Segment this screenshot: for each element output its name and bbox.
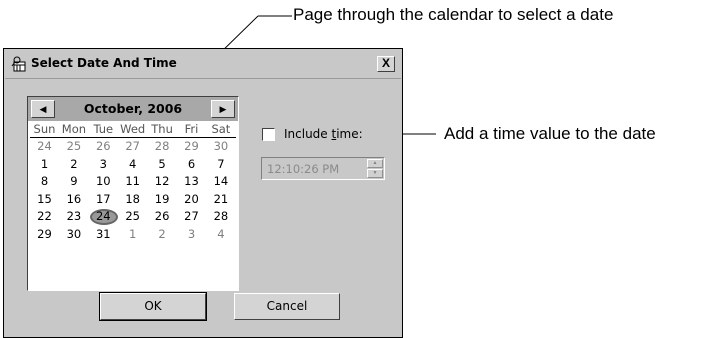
calendar-day[interactable]: 28	[148, 138, 177, 155]
next-month-button[interactable]: ▶	[211, 100, 235, 118]
calendar-day[interactable]: 6	[177, 156, 206, 173]
days-of-week-row: Sun Mon Tue Wed Thu Fri Sat	[30, 122, 236, 138]
calendar-day[interactable]: 28	[206, 208, 235, 225]
day-of-week-thu: Thu	[151, 122, 173, 136]
calendar-day[interactable]: 3	[89, 156, 118, 173]
calendar-day[interactable]: 29	[30, 226, 59, 243]
calendar-day[interactable]: 2	[59, 156, 88, 173]
include-time-label[interactable]: Include time:	[284, 127, 363, 141]
calendar-day[interactable]: 24	[30, 138, 59, 155]
include-time-label-start: Include	[284, 127, 332, 141]
calendar-day[interactable]: 19	[148, 191, 177, 208]
day-of-week-sat: Sat	[211, 122, 231, 136]
ok-button[interactable]: OK	[99, 292, 207, 321]
calendar-day[interactable]: 26	[89, 138, 118, 155]
calendar-day[interactable]: 29	[177, 138, 206, 155]
calendar-app-icon	[11, 56, 26, 72]
dialog-title: Select Date And Time	[31, 56, 177, 70]
calendar-day[interactable]: 13	[177, 173, 206, 190]
calendar-day[interactable]: 30	[59, 226, 88, 243]
calendar-day[interactable]: 8	[30, 173, 59, 190]
calendar-day[interactable]: 27	[177, 208, 206, 225]
calendar-day[interactable]: 4	[206, 226, 235, 243]
calendar-day[interactable]: 14	[206, 173, 235, 190]
month-calendar: ◀ October, 2006 ▶ Sun Mon Tue Wed Thu Fri Sat …	[27, 96, 239, 291]
callout-page-calendar: Page through the calendar to select a da…	[293, 5, 614, 24]
calendar-day[interactable]: 1	[30, 156, 59, 173]
day-of-week-mon: Mon	[61, 122, 87, 136]
calendar-day[interactable]: 31	[89, 226, 118, 243]
calendar-day[interactable]: 11	[118, 173, 147, 190]
calendar-day[interactable]: 26	[148, 208, 177, 225]
calendar-day[interactable]: 25	[59, 138, 88, 155]
time-spin-down-button[interactable]: ▼	[367, 169, 383, 178]
selected-day[interactable]: 24	[89, 208, 118, 225]
include-time-checkbox[interactable]	[262, 128, 275, 141]
callout-add-time: Add a time value to the date	[444, 124, 656, 143]
calendar-day[interactable]: 25	[118, 208, 147, 225]
calendar-day[interactable]: 30	[206, 138, 235, 155]
title-bar[interactable]: Select Date And Time X	[5, 50, 401, 79]
month-year-label[interactable]: October, 2006	[58, 101, 208, 116]
time-spin-up-button[interactable]: ▲	[367, 159, 383, 168]
close-button[interactable]: X	[377, 56, 395, 72]
calendar-day[interactable]: 21	[206, 191, 235, 208]
select-date-dialog: Select Date And Time X ◀ October, 2006 ▶…	[3, 48, 403, 338]
time-input[interactable]: 12:10:26 PM ▲ ▼	[261, 157, 385, 180]
calendar-day[interactable]: 4	[118, 156, 147, 173]
calendar-day[interactable]: 2	[148, 226, 177, 243]
calendar-day[interactable]: 1	[118, 226, 147, 243]
calendar-day[interactable]: 5	[148, 156, 177, 173]
calendar-header: ◀ October, 2006 ▶	[28, 97, 238, 121]
previous-month-button[interactable]: ◀	[31, 100, 55, 118]
day-of-week-wed: Wed	[120, 122, 146, 136]
calendar-day[interactable]: 9	[59, 173, 88, 190]
calendar-day[interactable]: 27	[118, 138, 147, 155]
calendar-day[interactable]: 16	[59, 191, 88, 208]
cancel-button[interactable]: Cancel	[234, 293, 340, 320]
day-of-week-fri: Fri	[184, 122, 199, 136]
calendar-day[interactable]: 23	[59, 208, 88, 225]
calendar-day[interactable]: 7	[206, 156, 235, 173]
calendar-day[interactable]: 15	[30, 191, 59, 208]
day-of-week-sun: Sun	[33, 122, 56, 136]
day-of-week-tue: Tue	[93, 122, 114, 136]
calendar-day[interactable]: 20	[177, 191, 206, 208]
include-time-label-end: ime:	[336, 127, 363, 141]
time-value: 12:10:26 PM	[267, 162, 340, 176]
calendar-day[interactable]: 3	[177, 226, 206, 243]
calendar-day[interactable]: 22	[30, 208, 59, 225]
calendar-day[interactable]: 10	[89, 173, 118, 190]
calendar-day[interactable]: 18	[118, 191, 147, 208]
calendar-day[interactable]: 12	[148, 173, 177, 190]
calendar-day[interactable]: 17	[89, 191, 118, 208]
